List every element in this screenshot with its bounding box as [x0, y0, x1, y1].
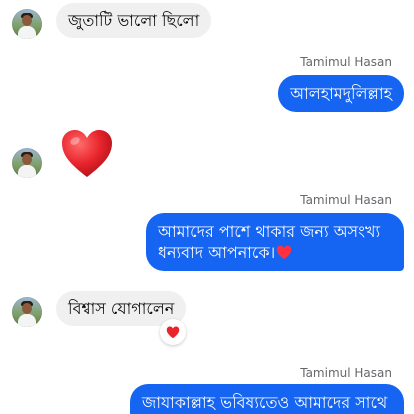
sender-name: Tamimul Hasan — [300, 193, 392, 207]
heart-icon — [166, 326, 180, 338]
message-text-line: আমাদের পাশে থাকার জন্য অসংখ্য — [158, 222, 381, 241]
sender-name: Tamimul Hasan — [300, 55, 392, 69]
sender-name: Tamimul Hasan — [300, 366, 392, 380]
incoming-message-bubble[interactable]: জুতাটি ভালো ছিলো — [56, 3, 212, 38]
heart-emoji-icon — [277, 245, 292, 260]
message-text: আলহামদুলিল্লাহ — [290, 84, 392, 103]
avatar[interactable] — [12, 297, 42, 327]
outgoing-message-bubble[interactable]: আমাদের পাশে থাকার জন্য অসংখ্য ধন্যবাদ আপ… — [146, 213, 404, 271]
heart-icon — [62, 130, 112, 177]
message-text: বিশ্বাস যোগালেন — [68, 299, 175, 318]
outgoing-message-bubble[interactable]: জাযাকাল্লাহ ভবিষ্যতেও আমাদের সাথে — [130, 384, 404, 414]
avatar[interactable] — [12, 9, 42, 39]
reaction-badge[interactable] — [160, 319, 186, 345]
outgoing-message-bubble[interactable]: আলহামদুলিল্লাহ — [278, 75, 404, 112]
message-text: জুতাটি ভালো ছিলো — [68, 11, 200, 30]
heart-emoji-message[interactable] — [60, 128, 114, 180]
message-text-line: ধন্যবাদ আপনাকে। — [158, 243, 276, 262]
message-text: জাযাকাল্লাহ ভবিষ্যতেও আমাদের সাথে — [142, 393, 388, 412]
avatar[interactable] — [12, 148, 42, 178]
